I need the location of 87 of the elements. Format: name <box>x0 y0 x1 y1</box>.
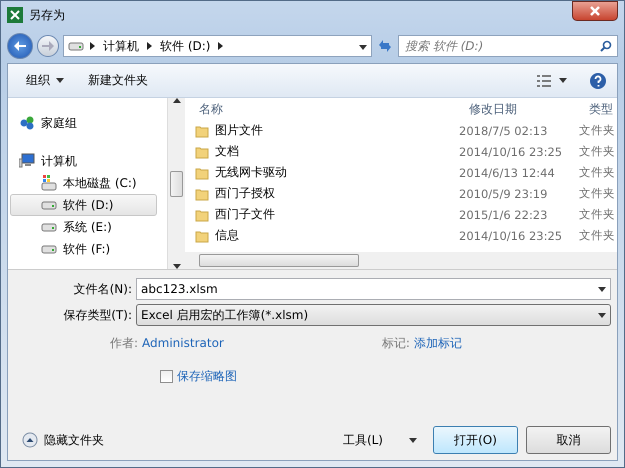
breadcrumb-arrow-icon <box>147 42 152 50</box>
caret-icon <box>56 78 64 83</box>
caret-icon <box>359 45 367 50</box>
caret-icon <box>172 264 180 269</box>
forward-button[interactable] <box>37 35 59 57</box>
breadcrumb-arrow-icon <box>90 42 95 50</box>
file-name[interactable]: 文档 <box>185 143 455 160</box>
column-header[interactable]: 名称 <box>185 100 455 118</box>
field-label: 标记: <box>382 334 410 352</box>
nav-item[interactable]: 软件 (D:) <box>10 194 157 216</box>
table-cell-text: 文件夹 <box>578 207 616 222</box>
breadcrumb[interactable]: 软件 (D:) <box>158 38 212 54</box>
field-label: 作者: <box>110 334 138 352</box>
view-list-icon[interactable] <box>537 74 551 86</box>
new-folder-button[interactable]: 新建文件夹 <box>80 68 156 93</box>
address-bar[interactable]: 计算机 软件 (D:) <box>63 35 372 57</box>
right-arrow-icon <box>42 41 54 51</box>
folder-icon <box>195 228 209 242</box>
file-name[interactable]: 西门子文件 <box>185 206 455 223</box>
caret-icon <box>598 286 606 292</box>
table-cell-text: 2015/1/6 22:23 <box>458 208 548 222</box>
close-button[interactable] <box>572 1 618 21</box>
checkbox[interactable] <box>160 370 173 383</box>
homegroup-icon <box>19 115 35 131</box>
folder-icon <box>195 186 209 200</box>
folder-icon <box>195 144 209 158</box>
table-cell-text: 2014/10/16 23:25 <box>458 144 564 158</box>
nav-item[interactable]: 计算机 <box>10 150 157 172</box>
caret-icon <box>598 312 606 318</box>
open-button[interactable]: 打开(O) <box>433 426 518 454</box>
scrollbar-thumb[interactable] <box>199 254 359 267</box>
close-icon <box>590 6 600 16</box>
table-cell-text: 2018/7/5 02:13 <box>458 124 548 138</box>
nav-item[interactable]: 家庭组 <box>10 112 157 134</box>
system-drive-icon <box>41 175 57 191</box>
drive-icon <box>68 40 84 52</box>
file-name[interactable]: 图片文件 <box>185 122 455 139</box>
field-label: 保存类型(T): <box>62 306 133 324</box>
tags-link[interactable]: 添加标记 <box>414 334 462 352</box>
table-cell-text: 2014/10/16 23:25 <box>458 228 564 242</box>
filename-field[interactable]: abc123.xlsm <box>136 278 611 300</box>
search-icon <box>600 40 612 52</box>
cancel-button[interactable]: 取消 <box>526 426 611 454</box>
table-cell-text: 文件夹 <box>578 123 616 138</box>
back-button[interactable] <box>7 33 33 59</box>
drive-icon <box>41 243 57 255</box>
scrollbar[interactable] <box>185 252 617 269</box>
column-header[interactable]: 修改日期 <box>455 100 575 118</box>
folder-icon <box>195 208 209 222</box>
collapse-icon <box>22 432 38 448</box>
nav-item[interactable]: 软件 (F:) <box>10 238 157 260</box>
help-icon[interactable] <box>589 72 607 90</box>
table-cell-text: 2010/5/9 23:19 <box>458 186 548 200</box>
table-cell-text: 文件夹 <box>578 165 616 180</box>
nav-item[interactable]: 系统 (E:) <box>10 216 157 238</box>
folder-icon <box>195 124 209 138</box>
column-header[interactable]: 类型 <box>575 100 617 118</box>
scrollbar[interactable] <box>168 98 185 269</box>
file-name[interactable]: 无线网卡驱动 <box>185 164 455 181</box>
drive-icon <box>41 221 57 233</box>
tools-button[interactable]: 工具(L) <box>334 428 425 452</box>
breadcrumb[interactable]: 计算机 <box>101 38 141 54</box>
caret-icon <box>559 78 567 83</box>
author-link[interactable]: Administrator <box>142 336 224 350</box>
table-cell-text: 文件夹 <box>578 186 616 201</box>
field-label: 文件名(N): <box>72 280 133 298</box>
search-field[interactable]: 搜索 软件 (D:) <box>398 35 618 57</box>
computer-icon <box>19 153 35 169</box>
scrollbar-thumb[interactable] <box>170 170 183 196</box>
caret-icon <box>409 438 417 442</box>
drive-icon <box>41 199 57 211</box>
hide-folders-button[interactable]: 隐藏文件夹 <box>14 428 112 452</box>
file-name[interactable]: 信息 <box>185 227 455 244</box>
spreadsheet-app-icon <box>7 7 23 23</box>
breadcrumb-arrow-icon <box>218 42 224 50</box>
table-cell-text: 2014/6/13 12:44 <box>458 166 556 180</box>
nav-item[interactable]: 本地磁盘 (C:) <box>10 172 157 194</box>
folder-icon <box>195 166 209 180</box>
refresh-icon[interactable] <box>376 38 394 54</box>
left-arrow-icon <box>14 41 26 51</box>
checkbox-label[interactable]: 保存缩略图 <box>177 368 237 385</box>
organize-button[interactable]: 组织 <box>18 68 72 93</box>
table-cell-text: 文件夹 <box>578 228 616 243</box>
window-title: 另存为 <box>29 6 65 24</box>
file-type-dropdown[interactable]: Excel 启用宏的工作簿(*.xlsm) <box>136 304 611 326</box>
table-cell-text: 文件夹 <box>578 144 616 159</box>
file-name[interactable]: 西门子授权 <box>185 185 455 202</box>
